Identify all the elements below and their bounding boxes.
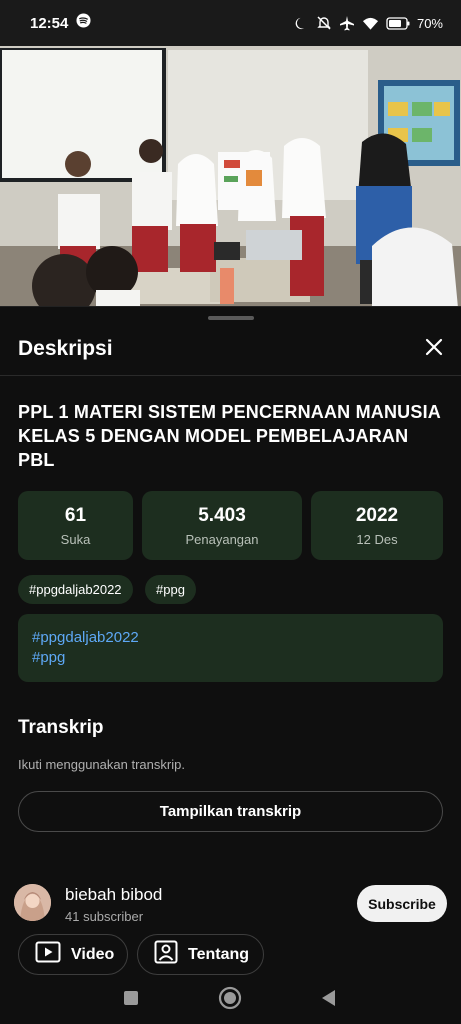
spotify-icon <box>76 13 91 33</box>
transcript-title: Transkrip <box>18 717 104 738</box>
transcript-hint: Ikuti menggunakan transkrip. <box>18 757 185 772</box>
profile-icon <box>154 940 178 969</box>
moon-icon <box>294 16 309 31</box>
home-button[interactable] <box>218 986 242 1015</box>
about-button-label: Tentang <box>188 945 250 963</box>
stat-value: 61 <box>64 504 87 526</box>
close-button[interactable] <box>420 335 448 363</box>
hashtag-link[interactable]: #ppgdaljab2022 <box>32 628 429 648</box>
hashtag-chip[interactable]: #ppg <box>145 575 196 604</box>
battery-icon <box>386 16 410 30</box>
close-icon <box>424 337 444 362</box>
sheet-title: Deskripsi <box>18 337 113 360</box>
stat-likes: 61 Suka <box>18 491 133 560</box>
stat-date: 2022 12 Des <box>311 491 443 560</box>
stat-label: Penayangan <box>185 531 259 547</box>
videos-button-label: Video <box>71 945 115 963</box>
home-circle-icon <box>218 986 242 1015</box>
subscriber-count: 41 subscriber <box>65 909 144 924</box>
videos-button[interactable]: Video <box>18 934 128 975</box>
back-button[interactable] <box>317 988 341 1012</box>
description-box: #ppgdaljab2022 #ppg <box>18 614 443 682</box>
back-triangle-icon <box>321 989 337 1012</box>
video-title: PPL 1 MATERI SISTEM PENCERNAAN MANUSIA K… <box>18 402 441 470</box>
stat-label: 12 Des <box>356 531 398 547</box>
divider <box>0 375 461 376</box>
video-player[interactable] <box>0 46 461 308</box>
video-frame <box>0 46 461 308</box>
airplane-icon <box>339 15 355 31</box>
video-icon <box>35 941 61 968</box>
wifi-icon <box>362 16 379 31</box>
about-button[interactable]: Tentang <box>137 934 264 975</box>
status-time: 12:54 <box>30 14 69 32</box>
recents-button[interactable] <box>119 988 143 1012</box>
system-nav-bar <box>0 976 461 1024</box>
mute-icon <box>316 15 332 31</box>
show-transcript-button[interactable]: Tampilkan transkrip <box>18 791 443 832</box>
hashtag-link[interactable]: #ppg <box>32 648 429 668</box>
battery-percent: 70% <box>416 15 443 31</box>
avatar[interactable] <box>14 884 51 921</box>
subscribe-button[interactable]: Subscribe <box>357 885 447 922</box>
drag-handle[interactable] <box>208 316 254 320</box>
stat-value: 2022 <box>355 504 399 526</box>
stat-value: 5.403 <box>198 504 246 526</box>
description-sheet: Deskripsi PPL 1 MATERI SISTEM PENCERNAAN… <box>0 306 461 976</box>
square-icon <box>123 990 139 1011</box>
avatar-image <box>14 884 51 921</box>
stat-views: 5.403 Penayangan <box>142 491 302 560</box>
stat-label: Suka <box>60 531 91 547</box>
hashtag-chip[interactable]: #ppgdaljab2022 <box>18 575 133 604</box>
status-bar: 12:54 70% <box>0 0 461 46</box>
channel-name[interactable]: biebah bibod <box>65 885 162 905</box>
